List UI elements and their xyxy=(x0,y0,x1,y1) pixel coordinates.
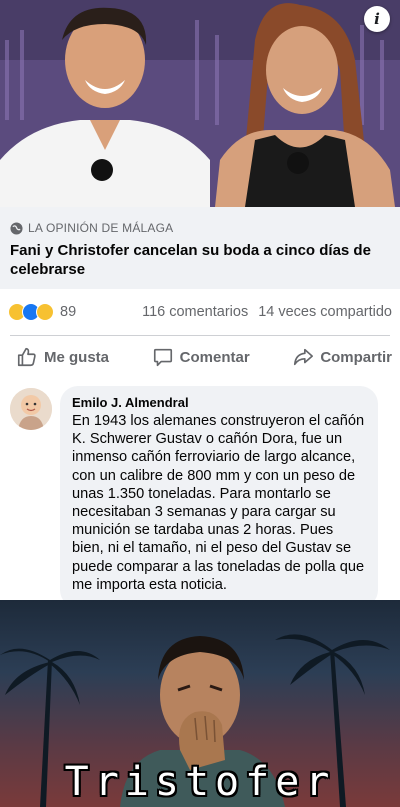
post-photo-couple[interactable]: i xyxy=(0,0,400,207)
link-source-name: LA OPINIÓN DE MÁLAGA xyxy=(28,221,174,235)
share-arrow-icon xyxy=(294,348,314,366)
comment-button-label: Comentar xyxy=(179,348,250,366)
globe-icon xyxy=(10,221,23,235)
speech-bubble-icon xyxy=(153,348,172,367)
comment-author[interactable]: Emilo J. Almendral xyxy=(72,395,366,410)
wow-reaction-icon xyxy=(36,303,54,321)
meme-photo-sad-man: Tristofer xyxy=(0,600,400,807)
meme-caption: Tristofer xyxy=(64,759,336,805)
comment-text: En 1943 los alemanes construyeron el cañ… xyxy=(72,413,365,593)
comment: Emilo J. Almendral En 1943 los alemanes … xyxy=(0,378,400,608)
share-button[interactable]: Compartir xyxy=(292,346,392,368)
like-button[interactable]: Me gusta xyxy=(16,346,109,368)
reaction-icons[interactable] xyxy=(8,303,54,321)
share-count[interactable]: 14 veces compartido xyxy=(258,304,392,320)
comment-bubble: Emilo J. Almendral En 1943 los alemanes … xyxy=(60,386,378,608)
couple-illustration xyxy=(0,0,400,207)
thumbs-up-icon xyxy=(17,347,36,367)
avatar[interactable] xyxy=(10,388,52,430)
link-preview[interactable]: LA OPINIÓN DE MÁLAGA Fani y Christofer c… xyxy=(0,207,400,289)
info-icon[interactable]: i xyxy=(364,6,390,32)
link-source: LA OPINIÓN DE MÁLAGA xyxy=(10,221,390,235)
like-button-label: Me gusta xyxy=(44,348,110,366)
comment-count[interactable]: 116 comentarios xyxy=(142,304,248,320)
comment-button[interactable]: Comentar xyxy=(152,346,250,368)
baby-avatar-illustration xyxy=(10,388,52,430)
share-button-label: Compartir xyxy=(320,348,392,366)
reactions-summary: 89 116 comentarios 14 veces compartido xyxy=(0,289,400,335)
post-actions: Me gusta Comentar Compartir xyxy=(0,336,400,378)
link-headline[interactable]: Fani y Christofer cancelan su boda a cin… xyxy=(10,241,390,279)
reaction-count[interactable]: 89 xyxy=(60,304,76,320)
